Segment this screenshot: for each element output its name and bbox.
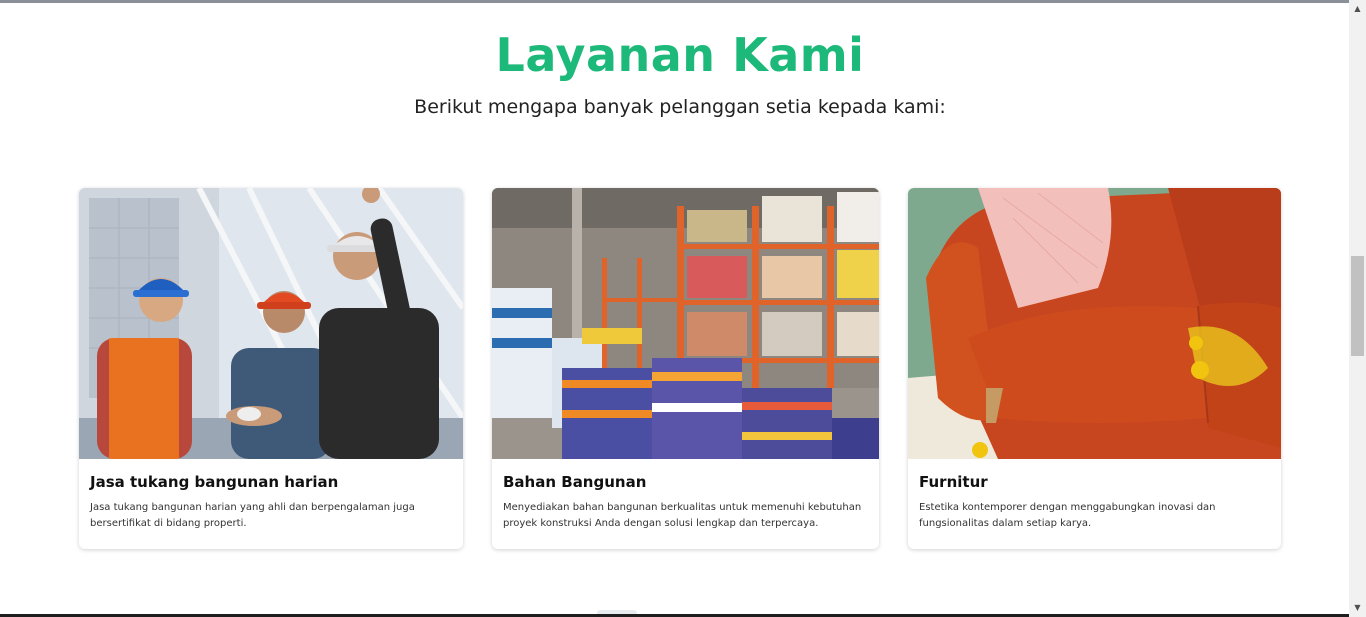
scroll-up-arrow-icon[interactable]: ▲ — [1349, 2, 1366, 16]
section-subtitle: Berikut mengapa banyak pelanggan setia k… — [414, 96, 946, 118]
service-card-jasa-tukang[interactable]: Jasa tukang bangunan harian Jasa tukang … — [79, 188, 463, 549]
card-title: Jasa tukang bangunan harian — [90, 473, 339, 491]
service-card-furnitur[interactable]: Furnitur Estetika kontemporer dengan men… — [908, 188, 1281, 549]
service-card-bahan-bangunan[interactable]: Bahan Bangunan Menyediakan bahan banguna… — [492, 188, 879, 549]
card-description: Menyediakan bahan bangunan berkualitas u… — [503, 502, 862, 529]
building-materials-image — [492, 188, 879, 459]
top-border — [0, 0, 1349, 3]
vertical-scrollbar[interactable]: ▲ ▼ — [1349, 0, 1366, 617]
section-title: Layanan Kami — [495, 28, 865, 82]
card-description: Estetika kontemporer dengan menggabungka… — [919, 502, 1216, 529]
scroll-thumb[interactable] — [1351, 256, 1364, 356]
scroll-down-arrow-icon[interactable]: ▼ — [1349, 601, 1366, 615]
construction-workers-image — [79, 188, 463, 459]
card-title: Bahan Bangunan — [503, 473, 647, 491]
orange-sofa-image — [908, 188, 1281, 459]
card-description: Jasa tukang bangunan harian yang ahli da… — [90, 502, 415, 529]
card-title: Furnitur — [919, 473, 988, 491]
